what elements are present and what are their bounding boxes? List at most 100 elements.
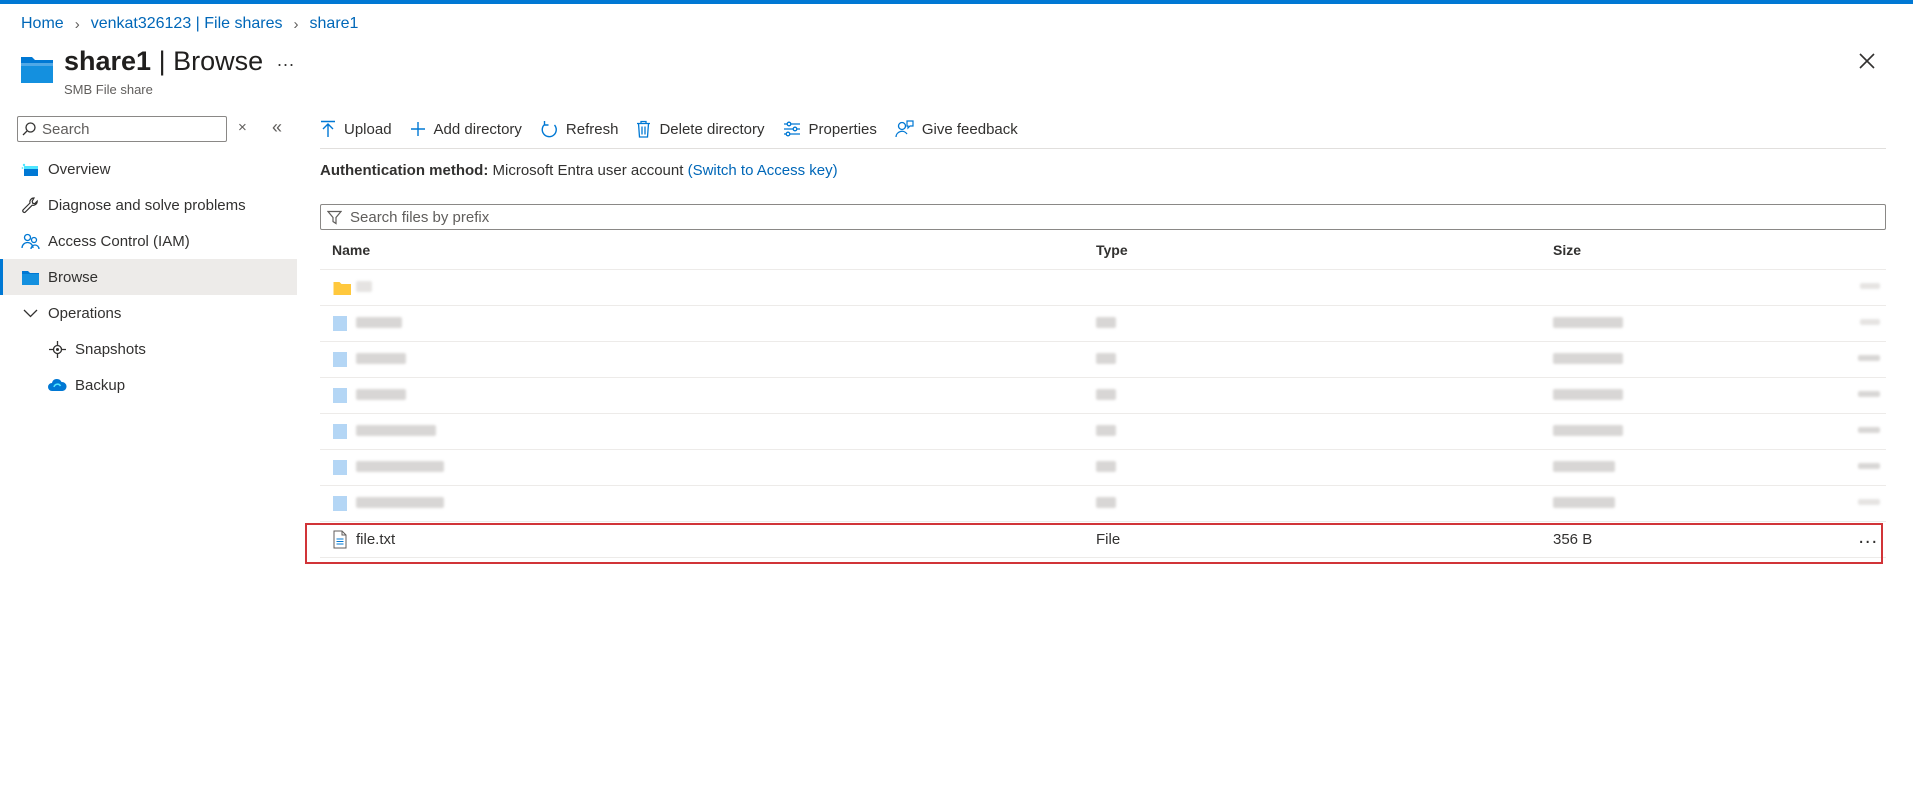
plus-icon [410, 122, 425, 136]
row-name-redacted [356, 279, 372, 296]
row-size-redacted [1553, 351, 1623, 368]
file-prefix-search[interactable] [320, 204, 1886, 230]
filter-icon [327, 210, 342, 225]
auth-method-value: Microsoft Entra user account [492, 162, 684, 179]
row-size-redacted [1553, 423, 1623, 440]
toolbar-divider [320, 148, 1886, 149]
chevron-right-icon: › [74, 15, 80, 33]
sidebar-item-backup[interactable]: Backup [0, 367, 297, 403]
row-type-redacted [1096, 315, 1116, 332]
breadcrumb: Home › venkat326123 | File shares › shar… [21, 15, 358, 33]
refresh-button[interactable]: Refresh [540, 120, 619, 138]
table-row-redacted[interactable] [320, 486, 1886, 522]
command-bar: Upload Add directory Refresh Delete dire… [320, 116, 1036, 142]
sidebar-item-browse[interactable]: Browse [0, 259, 297, 295]
row-more-redacted[interactable] [1858, 391, 1880, 397]
row-type-redacted [1096, 423, 1116, 440]
refresh-label: Refresh [565, 120, 619, 138]
row-type-redacted [1096, 351, 1116, 368]
refresh-icon [541, 121, 557, 138]
row-more-redacted[interactable] [1858, 499, 1880, 505]
sidebar-item-access-control[interactable]: Access Control (IAM) [0, 223, 297, 259]
sidebar-item-label: Snapshots [75, 340, 146, 358]
collapse-sidebar-icon[interactable]: « [272, 117, 282, 138]
sidebar-item-snapshots[interactable]: Snapshots [0, 331, 297, 367]
table-row-redacted[interactable] [320, 378, 1886, 414]
row-more-redacted[interactable] [1860, 319, 1880, 325]
sidebar-item-diagnose[interactable]: Diagnose and solve problems [0, 187, 297, 223]
trash-icon [637, 120, 651, 138]
folder-icon [333, 282, 351, 295]
snapshot-icon [49, 341, 66, 358]
row-size-redacted [1553, 495, 1615, 512]
authentication-method: Authentication method: Microsoft Entra u… [320, 162, 838, 179]
sidebar-nav: Overview Diagnose and solve problems Acc… [0, 151, 297, 403]
breadcrumb-home[interactable]: Home [21, 15, 64, 33]
column-header-name[interactable]: Name [332, 242, 370, 258]
overview-icon [21, 163, 38, 176]
backup-icon [48, 378, 67, 391]
sidebar-item-label: Overview [48, 160, 111, 178]
give-feedback-label: Give feedback [921, 120, 1018, 138]
row-more-redacted[interactable] [1858, 427, 1880, 433]
row-size-redacted [1553, 315, 1623, 332]
row-highlight-box [305, 523, 1883, 564]
row-name-redacted [356, 315, 402, 332]
page-title-resource: share1 [64, 46, 152, 76]
column-header-type[interactable]: Type [1096, 242, 1128, 258]
column-header-size[interactable]: Size [1553, 242, 1581, 258]
upload-label: Upload [344, 120, 392, 138]
row-size-redacted [1553, 459, 1615, 476]
properties-sliders-icon [783, 121, 800, 137]
wrench-icon [22, 197, 38, 214]
table-row-redacted[interactable] [320, 342, 1886, 378]
give-feedback-button[interactable]: Give feedback [895, 120, 1018, 138]
feedback-person-icon [895, 120, 914, 138]
sidebar-search-box[interactable] [17, 116, 227, 142]
delete-directory-button[interactable]: Delete directory [636, 120, 765, 138]
file-icon [333, 388, 347, 403]
sidebar-search-input[interactable] [42, 120, 217, 138]
upload-button[interactable]: Upload [320, 120, 392, 138]
row-more-redacted[interactable] [1860, 283, 1880, 289]
properties-label: Properties [808, 120, 877, 138]
close-icon[interactable] [1856, 50, 1878, 72]
clear-search-icon[interactable]: × [238, 119, 247, 136]
upload-icon [321, 120, 335, 137]
row-more-redacted[interactable] [1858, 355, 1880, 361]
sidebar-item-label: Backup [75, 376, 126, 394]
add-directory-button[interactable]: Add directory [410, 121, 522, 138]
row-name-redacted [356, 387, 406, 404]
row-type-redacted [1096, 387, 1116, 404]
switch-to-access-key-link[interactable]: (Switch to Access key) [688, 162, 838, 179]
row-size-redacted [1553, 387, 1623, 404]
page-title-separator: | [151, 46, 174, 76]
breadcrumb-file-shares[interactable]: venkat326123 | File shares [91, 15, 283, 33]
sidebar-item-label: Diagnose and solve problems [48, 196, 246, 214]
auth-method-label: Authentication method: [320, 162, 489, 179]
sidebar-item-overview[interactable]: Overview [0, 151, 297, 187]
search-icon [22, 122, 36, 136]
table-header: Name Type Size [320, 236, 1886, 270]
table-row-parent-directory[interactable] [320, 270, 1886, 306]
file-prefix-search-input[interactable] [350, 208, 1850, 226]
table-row-redacted[interactable] [320, 306, 1886, 342]
row-more-redacted[interactable] [1858, 463, 1880, 469]
file-share-folder-icon [21, 57, 53, 83]
row-name-redacted [356, 495, 444, 512]
file-icon [333, 496, 347, 511]
folder-icon [22, 271, 39, 285]
row-type-redacted [1096, 459, 1116, 476]
file-icon [333, 460, 347, 475]
sidebar-item-operations[interactable]: Operations [0, 295, 297, 331]
add-directory-label: Add directory [433, 120, 522, 138]
breadcrumb-share[interactable]: share1 [310, 15, 359, 33]
more-actions-button[interactable]: ... [277, 50, 295, 71]
table-row-redacted[interactable] [320, 414, 1886, 450]
table-row-redacted[interactable] [320, 450, 1886, 486]
row-name-redacted [356, 351, 406, 368]
sidebar-item-label: Access Control (IAM) [48, 232, 190, 250]
delete-directory-label: Delete directory [659, 120, 765, 138]
file-icon [333, 424, 347, 439]
properties-button[interactable]: Properties [783, 121, 877, 138]
